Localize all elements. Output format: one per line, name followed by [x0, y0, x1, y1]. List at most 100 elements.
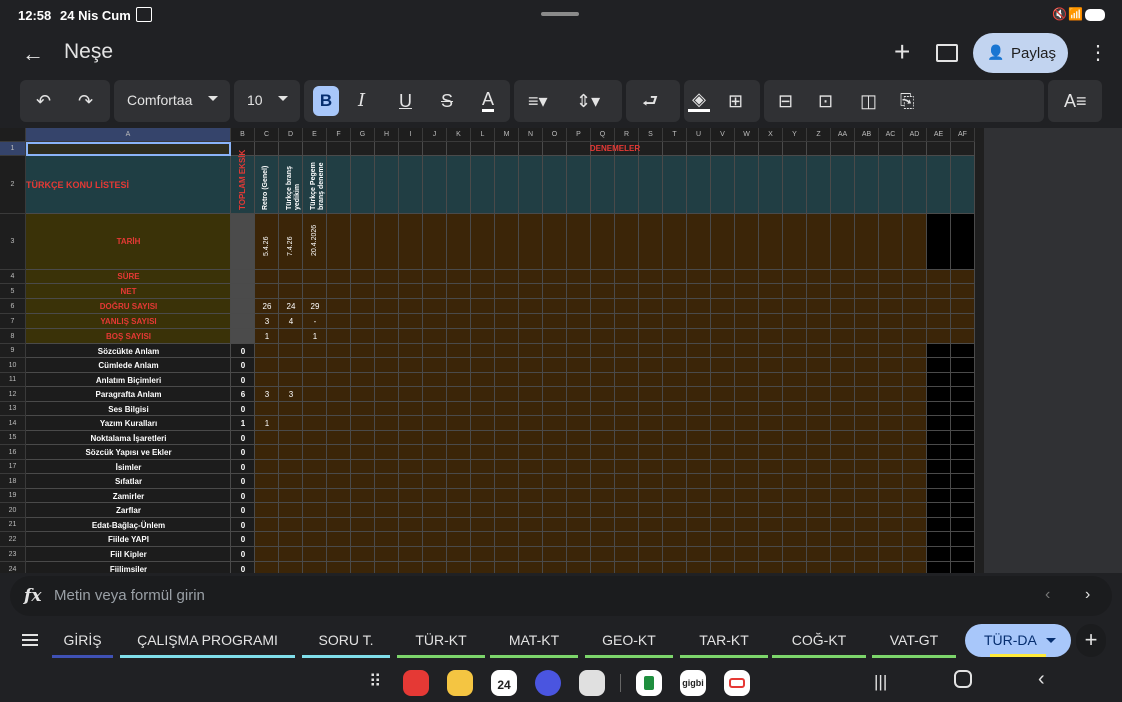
- grid-cell[interactable]: [327, 445, 351, 460]
- grid-cell[interactable]: [591, 532, 615, 547]
- grid-cell[interactable]: [711, 358, 735, 373]
- grid-cell[interactable]: [399, 373, 423, 387]
- grid-cell[interactable]: [279, 284, 303, 299]
- grid-cell[interactable]: [375, 489, 399, 503]
- grid-cell[interactable]: [759, 270, 783, 284]
- grid-cell[interactable]: [399, 547, 423, 562]
- grid-cell[interactable]: [519, 156, 543, 214]
- grid-cell[interactable]: [423, 532, 447, 547]
- underline-button[interactable]: U: [399, 89, 412, 113]
- grid-cell[interactable]: [879, 503, 903, 518]
- grid-cell[interactable]: [351, 489, 375, 503]
- grid-cell[interactable]: [807, 387, 831, 402]
- grid-cell[interactable]: [279, 532, 303, 547]
- grid-cell[interactable]: [855, 402, 879, 416]
- sheet-tab[interactable]: SORU T.: [302, 620, 390, 658]
- insert-row-above-icon[interactable]: ⊟: [778, 89, 793, 113]
- grid-cell[interactable]: [255, 358, 279, 373]
- grid-cell[interactable]: [807, 431, 831, 445]
- grid-cell[interactable]: [735, 314, 759, 329]
- grid-cell[interactable]: [951, 358, 975, 373]
- grid-cell[interactable]: [279, 402, 303, 416]
- grid-cell[interactable]: [735, 532, 759, 547]
- grid-cell[interactable]: [831, 299, 855, 314]
- grid-cell[interactable]: [303, 270, 327, 284]
- grid-cell[interactable]: [807, 373, 831, 387]
- grid-cell[interactable]: [639, 562, 663, 573]
- grid-cell[interactable]: [639, 270, 663, 284]
- grid-cell[interactable]: [375, 299, 399, 314]
- grid-cell[interactable]: [663, 358, 687, 373]
- sheet-tab[interactable]: MAT-KT: [490, 620, 578, 658]
- grid-cell[interactable]: [375, 474, 399, 489]
- row-header[interactable]: 16: [0, 445, 26, 460]
- grid-cell[interactable]: [615, 358, 639, 373]
- grid-cell[interactable]: [399, 518, 423, 532]
- grid-cell[interactable]: [927, 503, 951, 518]
- grid-cell[interactable]: [567, 474, 591, 489]
- column-header[interactable]: AE: [927, 128, 951, 142]
- grid-cell[interactable]: [759, 445, 783, 460]
- grid-cell[interactable]: [615, 373, 639, 387]
- grid-cell[interactable]: [759, 344, 783, 358]
- grid-cell[interactable]: [375, 314, 399, 329]
- grid-cell[interactable]: [447, 460, 471, 474]
- grid-cell[interactable]: [807, 532, 831, 547]
- grid-cell[interactable]: [471, 270, 495, 284]
- grid-cell[interactable]: [567, 416, 591, 431]
- grid-cell[interactable]: [735, 547, 759, 562]
- grid-cell[interactable]: [735, 156, 759, 214]
- grid-cell[interactable]: [855, 547, 879, 562]
- grid-cell[interactable]: [279, 329, 303, 344]
- grid-cell[interactable]: [279, 344, 303, 358]
- grid-cell[interactable]: [663, 431, 687, 445]
- grid-cell[interactable]: [831, 314, 855, 329]
- grid-cell[interactable]: [495, 532, 519, 547]
- camera-icon[interactable]: [579, 670, 605, 696]
- grid-cell[interactable]: [327, 402, 351, 416]
- grid-cell[interactable]: [927, 532, 951, 547]
- grid-cell[interactable]: [423, 431, 447, 445]
- row-header[interactable]: 13: [0, 402, 26, 416]
- grid-cell[interactable]: [279, 431, 303, 445]
- grid-cell[interactable]: [639, 416, 663, 431]
- column-header[interactable]: Q: [591, 128, 615, 142]
- grid-cell[interactable]: [663, 503, 687, 518]
- grid-cell[interactable]: [471, 402, 495, 416]
- grid-cell[interactable]: [951, 373, 975, 387]
- grid-cell[interactable]: [783, 358, 807, 373]
- grid-cell[interactable]: [663, 547, 687, 562]
- grid-cell[interactable]: [807, 416, 831, 431]
- grid-cell[interactable]: [807, 460, 831, 474]
- grid-cell[interactable]: [807, 474, 831, 489]
- row-header[interactable]: 21: [0, 518, 26, 532]
- grid-cell[interactable]: [351, 562, 375, 573]
- grid-cell[interactable]: [783, 299, 807, 314]
- grid-cell[interactable]: [855, 460, 879, 474]
- grid-cell[interactable]: [663, 156, 687, 214]
- grid-cell[interactable]: [663, 329, 687, 344]
- grid-cell[interactable]: [687, 299, 711, 314]
- grid-cell[interactable]: [543, 284, 567, 299]
- grid-cell[interactable]: [327, 299, 351, 314]
- grid-cell[interactable]: [399, 474, 423, 489]
- grid-cell[interactable]: [519, 373, 543, 387]
- grid-cell[interactable]: [399, 503, 423, 518]
- row-header[interactable]: 1: [0, 142, 26, 156]
- grid-cell[interactable]: [903, 562, 927, 573]
- grid-cell[interactable]: [783, 329, 807, 344]
- grid-cell[interactable]: [639, 329, 663, 344]
- grid-cell[interactable]: [519, 474, 543, 489]
- grid-cell[interactable]: [855, 358, 879, 373]
- grid-cell[interactable]: [399, 299, 423, 314]
- grid-cell[interactable]: [855, 387, 879, 402]
- grid-cell[interactable]: [255, 503, 279, 518]
- column-header[interactable]: AA: [831, 128, 855, 142]
- grid-cell[interactable]: [711, 503, 735, 518]
- grid-cell[interactable]: [447, 284, 471, 299]
- grid-cell[interactable]: [279, 416, 303, 431]
- grid-cell[interactable]: [615, 474, 639, 489]
- grid-cell[interactable]: [231, 314, 255, 329]
- grid-cell[interactable]: [567, 214, 591, 270]
- grid-cell[interactable]: [639, 156, 663, 214]
